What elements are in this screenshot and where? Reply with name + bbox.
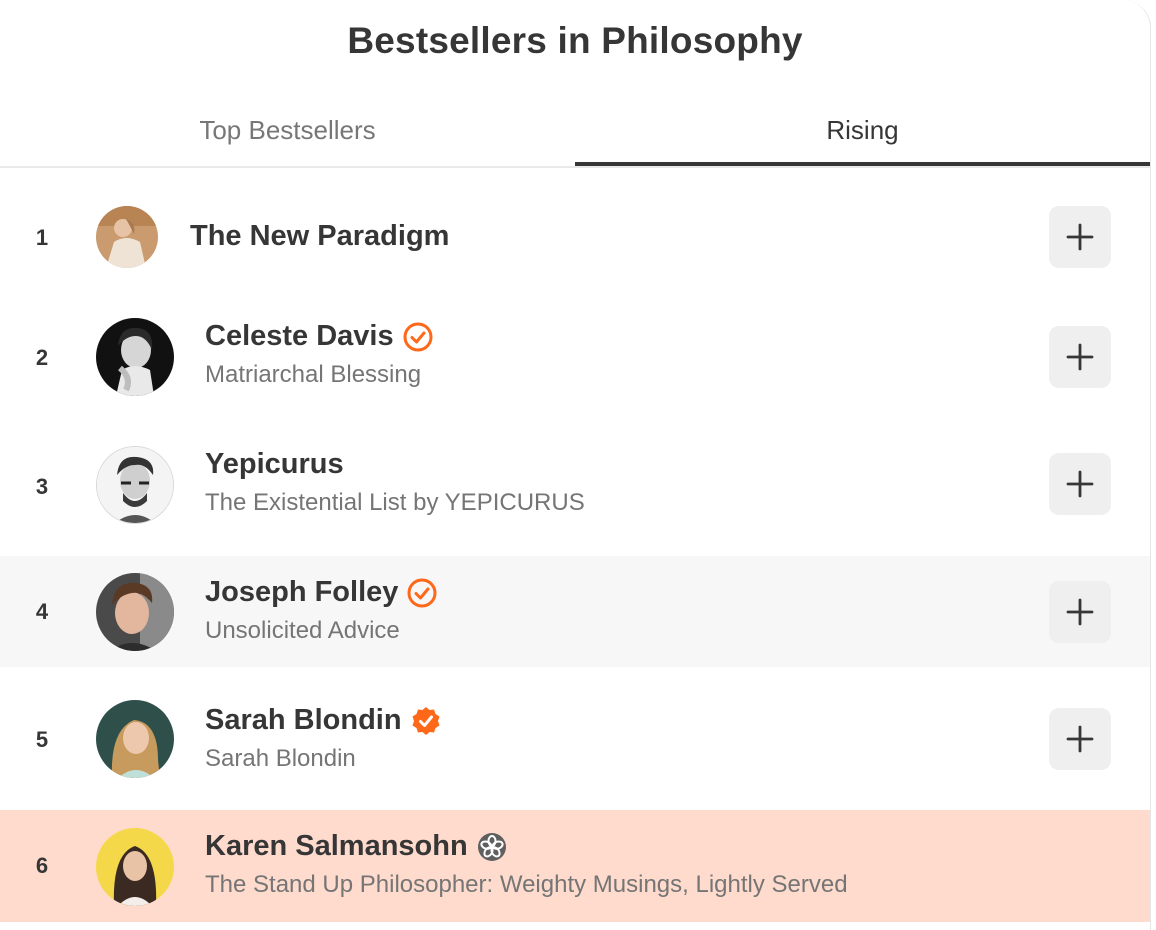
list-item[interactable]: 2 Celeste Davis Matriarchal Blessing	[0, 300, 1150, 416]
check-badge-filled-icon	[412, 706, 440, 735]
item-text: Joseph Folley Unsolicited Advice	[205, 576, 438, 645]
publication-name: Matriarchal Blessing	[205, 361, 422, 388]
item-text: The New Paradigm	[190, 220, 449, 253]
rank-number: 4	[35, 598, 49, 624]
plus-icon	[1066, 223, 1094, 251]
publication-name: Sarah Blondin	[205, 745, 356, 772]
bestsellers-panel: Bestsellers in Philosophy Top Bestseller…	[0, 0, 1151, 930]
list-item[interactable]: 6 Karen Salmansohn The Stand Up Philosop…	[0, 810, 1150, 922]
avatar	[96, 318, 174, 396]
list-item[interactable]: 5 Sarah Blondin Sarah Blondin	[0, 684, 1150, 796]
item-text: Yepicurus The Existential List by YEPICU…	[205, 448, 585, 517]
author-name: Yepicurus	[205, 448, 344, 480]
tab-rising[interactable]: Rising	[575, 96, 1150, 166]
add-button[interactable]	[1049, 326, 1111, 388]
plus-icon	[1066, 470, 1094, 498]
rank-number: 6	[35, 853, 49, 878]
check-circle-outline-icon	[403, 322, 433, 351]
list-item[interactable]: 1 The New Paradigm	[0, 182, 1150, 294]
rank-number: 3	[35, 474, 49, 499]
plus-icon	[1066, 343, 1094, 371]
tab-bar: Top Bestsellers Rising	[0, 96, 1150, 168]
avatar	[96, 700, 174, 778]
add-button[interactable]	[1049, 581, 1111, 643]
check-circle-outline-icon	[407, 578, 437, 607]
avatar	[96, 573, 174, 651]
author-name: Karen Salmansohn	[205, 830, 468, 862]
list-item[interactable]: 4 Joseph Folley Unsolicited Advice	[0, 556, 1150, 667]
author-name: Sarah Blondin	[205, 704, 402, 736]
plus-icon	[1066, 598, 1094, 626]
item-text: Celeste Davis Matriarchal Blessing	[205, 320, 434, 389]
flower-badge-icon	[477, 832, 506, 861]
author-name: Celeste Davis	[205, 320, 394, 352]
avatar	[96, 828, 174, 906]
item-text: Sarah Blondin Sarah Blondin	[205, 704, 442, 773]
add-button[interactable]	[1049, 453, 1111, 515]
add-button[interactable]	[1049, 206, 1111, 268]
plus-icon	[1066, 725, 1094, 753]
add-button[interactable]	[1049, 708, 1111, 770]
publication-name: The Stand Up Philosopher: Weighty Musing…	[205, 871, 848, 898]
list-item[interactable]: 3 Yepicurus The Existential List by YEPI…	[0, 428, 1150, 546]
publication-name: The Existential List by YEPICURUS	[205, 489, 585, 516]
avatar	[96, 446, 174, 524]
avatar	[96, 206, 158, 268]
tab-top-bestsellers[interactable]: Top Bestsellers	[0, 96, 575, 164]
item-text: Karen Salmansohn The Stand Up Philosophe…	[205, 830, 848, 899]
rank-number: 2	[35, 345, 49, 370]
publication-name: Unsolicited Advice	[205, 617, 400, 644]
page-title: Bestsellers in Philosophy	[347, 20, 803, 61]
rank-number: 5	[35, 727, 49, 752]
rank-number: 1	[35, 225, 49, 250]
author-name: Joseph Folley	[205, 576, 399, 608]
publication-name: The New Paradigm	[190, 220, 450, 252]
